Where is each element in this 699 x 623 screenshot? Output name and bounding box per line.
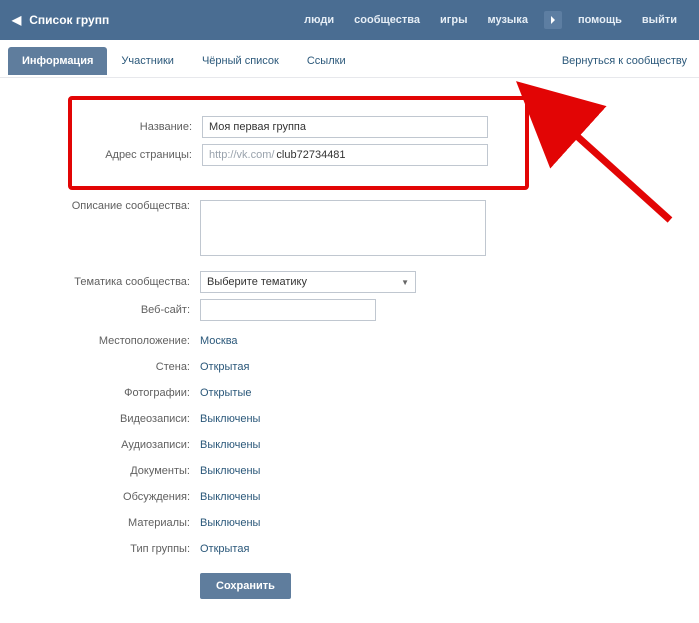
address-value: club72734481 [276, 149, 345, 161]
tabs-bar: Информация Участники Чёрный список Ссылк… [0, 44, 699, 78]
wall-label: Стена: [0, 361, 200, 373]
name-label: Название: [72, 121, 202, 133]
tab-blacklist[interactable]: Чёрный список [188, 47, 293, 75]
docs-label: Документы: [0, 465, 200, 477]
highlight-annotation-box: Название: Адрес страницы: http://vk.com/… [68, 96, 529, 190]
return-to-community-link[interactable]: Вернуться к сообществу [562, 55, 691, 67]
photos-value[interactable]: Открытые [200, 387, 252, 399]
wall-value[interactable]: Открытая [200, 361, 249, 373]
topic-select[interactable]: Выберите тематику ▼ [200, 271, 416, 293]
nav-more-icon[interactable] [544, 11, 562, 29]
materials-label: Материалы: [0, 517, 200, 529]
topic-select-value: Выберите тематику [207, 276, 307, 288]
discussions-label: Обсуждения: [0, 491, 200, 503]
audio-label: Аудиозаписи: [0, 439, 200, 451]
audio-value[interactable]: Выключены [200, 439, 260, 451]
nav-games[interactable]: игры [440, 14, 467, 26]
top-navigation-bar: ◀ Список групп люди сообщества игры музы… [0, 0, 699, 40]
tab-links[interactable]: Ссылки [293, 47, 360, 75]
docs-value[interactable]: Выключены [200, 465, 260, 477]
name-input[interactable] [202, 116, 488, 138]
back-arrow-icon[interactable]: ◀ [12, 13, 21, 27]
nav-logout[interactable]: выйти [642, 14, 677, 26]
discussions-value[interactable]: Выключены [200, 491, 260, 503]
address-input[interactable]: http://vk.com/club72734481 [202, 144, 488, 166]
materials-value[interactable]: Выключены [200, 517, 260, 529]
page-title: Список групп [29, 13, 109, 27]
topic-label: Тематика сообщества: [0, 276, 200, 288]
website-label: Веб-сайт: [0, 304, 200, 316]
photos-label: Фотографии: [0, 387, 200, 399]
description-label: Описание сообщества: [0, 200, 200, 212]
location-label: Местоположение: [0, 335, 200, 347]
address-label: Адрес страницы: [72, 149, 202, 161]
nav-help[interactable]: помощь [578, 14, 622, 26]
tab-members[interactable]: Участники [107, 47, 188, 75]
settings-form: Название: Адрес страницы: http://vk.com/… [0, 78, 699, 623]
caret-down-icon: ▼ [401, 278, 409, 287]
address-prefix: http://vk.com/ [203, 149, 276, 161]
save-button[interactable]: Сохранить [200, 573, 291, 599]
website-input[interactable] [200, 299, 376, 321]
tab-information[interactable]: Информация [8, 47, 107, 75]
videos-label: Видеозаписи: [0, 413, 200, 425]
location-value[interactable]: Москва [200, 335, 238, 347]
nav-people[interactable]: люди [304, 14, 334, 26]
type-label: Тип группы: [0, 543, 200, 555]
nav-communities[interactable]: сообщества [354, 14, 420, 26]
description-textarea[interactable] [200, 200, 486, 256]
nav-music[interactable]: музыка [487, 14, 527, 26]
videos-value[interactable]: Выключены [200, 413, 260, 425]
type-value[interactable]: Открытая [200, 543, 249, 555]
